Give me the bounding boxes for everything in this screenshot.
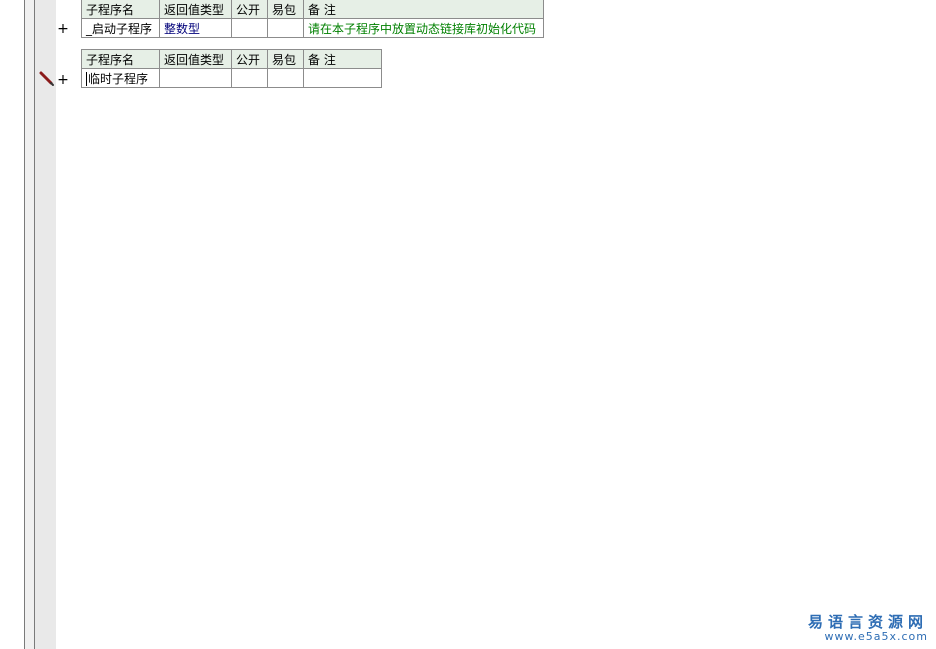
editor-left-margin [0, 0, 24, 649]
cell-note[interactable]: 请在本子程序中放置动态链接库初始化代码 [303, 18, 544, 38]
pencil-icon [39, 71, 54, 86]
header-easy-pack: 易包 [267, 49, 304, 69]
line-marker-gutter[interactable] [35, 0, 56, 649]
cell-note[interactable] [303, 68, 382, 88]
table-header-row: 子程序名 返回值类型 公开 易包 备 注 [81, 0, 544, 19]
watermark-url: www.e5a5x.com [824, 630, 928, 643]
cell-return-type[interactable]: 整数型 [159, 18, 232, 38]
cell-easy-pack[interactable] [267, 68, 304, 88]
subroutine-table-startup: 子程序名 返回值类型 公开 易包 备 注 _启动子程序 整数型 请在本子程序中放… [81, 0, 544, 38]
cell-return-type[interactable] [159, 68, 232, 88]
header-note: 备 注 [303, 0, 544, 19]
header-subroutine-name: 子程序名 [81, 49, 160, 69]
table-row[interactable]: _启动子程序 整数型 请在本子程序中放置动态链接库初始化代码 [81, 18, 544, 38]
table-row[interactable]: 临时子程序 [81, 68, 382, 88]
expand-plus-icon[interactable]: + [57, 22, 69, 36]
text-caret [86, 72, 87, 86]
header-return-type: 返回值类型 [159, 0, 232, 19]
cell-subroutine-name[interactable]: _启动子程序 [81, 18, 160, 38]
breakpoint-strip[interactable] [25, 0, 34, 649]
header-note: 备 注 [303, 49, 382, 69]
header-easy-pack: 易包 [267, 0, 304, 19]
cell-subroutine-name[interactable]: 临时子程序 [81, 68, 160, 88]
expand-plus-icon[interactable]: + [57, 73, 69, 87]
watermark-title: 易语言资源网 [807, 613, 928, 631]
subroutine-table-temp: 子程序名 返回值类型 公开 易包 备 注 临时子程序 [81, 49, 382, 88]
cell-public[interactable] [231, 68, 268, 88]
table-header-row: 子程序名 返回值类型 公开 易包 备 注 [81, 49, 382, 69]
cell-easy-pack[interactable] [267, 18, 304, 38]
header-subroutine-name: 子程序名 [81, 0, 160, 19]
header-return-type: 返回值类型 [159, 49, 232, 69]
cell-public[interactable] [231, 18, 268, 38]
header-public: 公开 [231, 49, 268, 69]
header-public: 公开 [231, 0, 268, 19]
subroutine-name-text[interactable]: 临时子程序 [88, 72, 148, 86]
